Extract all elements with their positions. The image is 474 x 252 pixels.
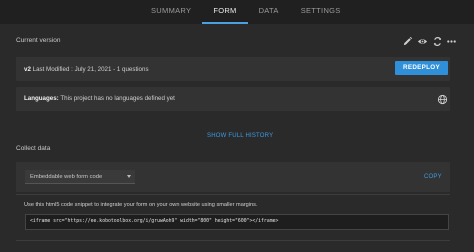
version-label: v2	[24, 66, 31, 73]
divider	[16, 240, 450, 241]
redeploy-button[interactable]: REDEPLOY	[395, 61, 448, 75]
eye-icon[interactable]	[416, 35, 428, 47]
pencil-icon[interactable]	[401, 35, 413, 47]
embed-code-snippet[interactable]: <iframe src="https://ee.kobotoolbox.org/…	[25, 214, 449, 230]
embed-type-value: Embeddable web form code	[30, 174, 103, 180]
languages-text: This project has no languages defined ye…	[60, 95, 175, 102]
tab-summary[interactable]: SUMMARY	[140, 0, 202, 24]
last-modified: Last Modified : July 21, 2021 - 1 questi…	[32, 66, 149, 73]
collect-data-title: Collect data	[16, 145, 51, 152]
tab-bar: SUMMARY FORM DATA SETTINGS	[140, 0, 352, 24]
embed-type-select[interactable]: Embeddable web form code	[25, 170, 135, 184]
languages-row: Languages: This project has no languages…	[24, 95, 175, 102]
show-full-history-button[interactable]: SHOW FULL HISTORY	[207, 133, 273, 139]
chevron-down-icon	[127, 175, 131, 178]
tab-data[interactable]: DATA	[248, 0, 290, 24]
tab-settings[interactable]: SETTINGS	[290, 0, 352, 24]
globe-icon[interactable]	[436, 93, 448, 105]
more-icon[interactable]	[445, 35, 457, 47]
divider	[16, 194, 450, 195]
current-version-title: Current version	[16, 37, 61, 44]
embed-description: Use this html5 code snippet to integrate…	[24, 202, 258, 208]
languages-label: Languages:	[24, 95, 59, 102]
tab-form[interactable]: FORM	[202, 0, 248, 24]
top-nav-bar: SUMMARY FORM DATA SETTINGS	[0, 0, 474, 24]
clone-icon[interactable]	[431, 35, 443, 47]
copy-button[interactable]: COPY	[424, 174, 442, 180]
version-info: v2 Last Modified : July 21, 2021 - 1 que…	[24, 66, 149, 73]
